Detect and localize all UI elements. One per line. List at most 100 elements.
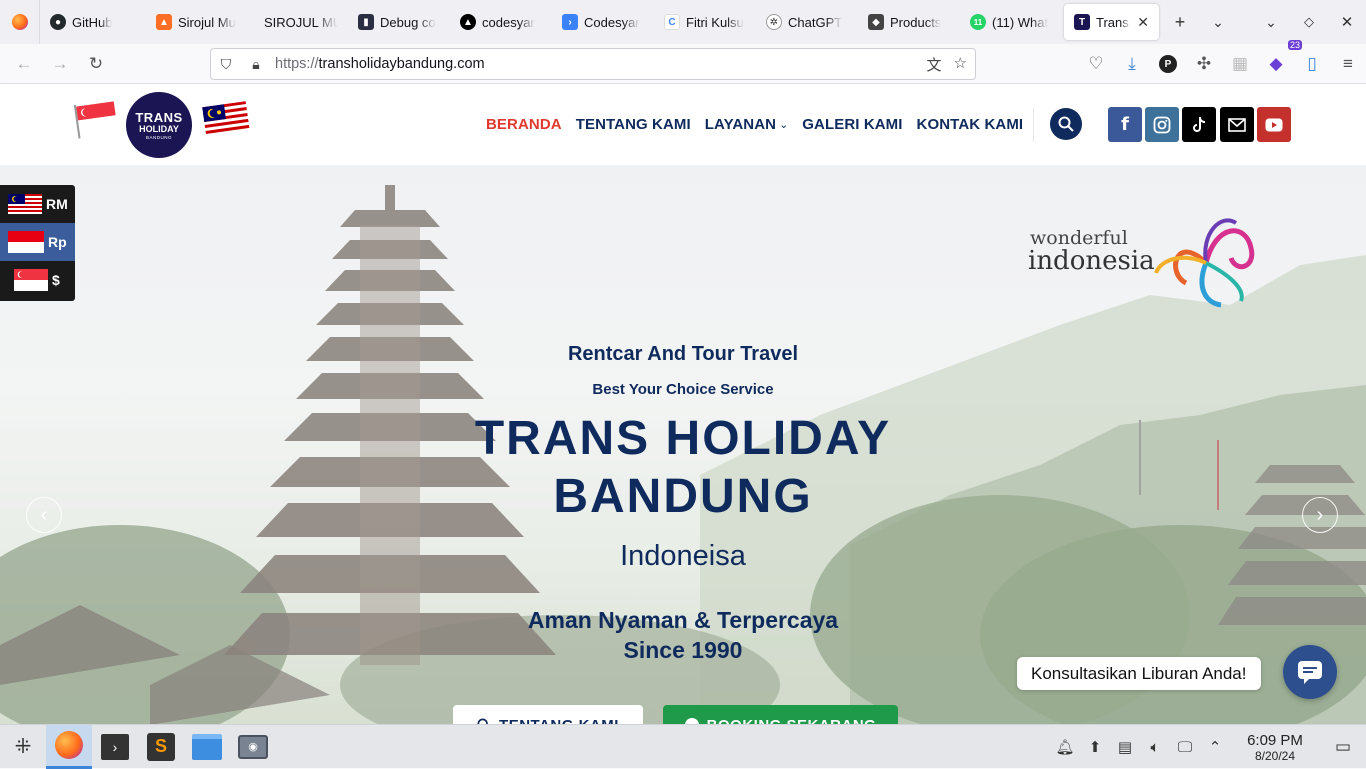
search-button[interactable] — [1050, 108, 1082, 140]
nav-galeri-kami[interactable]: GALERI KAMI — [802, 116, 902, 133]
singapore-flag-icon — [73, 101, 118, 139]
logo-line2: HOLIDAY — [139, 124, 179, 134]
url-bar[interactable]: ⛉ 🔒︎ https://transholidaybandung.com 文 ☆ — [210, 48, 976, 80]
chat-prompt-text: Konsultasikan Liburan Anda! — [1031, 663, 1247, 683]
garuda-swirl-icon — [1154, 218, 1255, 308]
reload-button[interactable]: ↻ — [78, 48, 114, 80]
app-launcher-icon[interactable]: ⁜ — [0, 725, 46, 769]
tab-fitri[interactable]: C Fitri Kulsu — [654, 0, 756, 44]
tab-gitlab[interactable]: ▲ Sirojul Mu — [146, 0, 248, 44]
close-window-button[interactable]: ✕ — [1328, 0, 1366, 44]
site-logo[interactable]: TRANS HOLIDAY BANDUNG — [72, 90, 252, 160]
chat-prompt-bubble[interactable]: Konsultasikan Liburan Anda! — [1017, 657, 1261, 690]
network-icon[interactable]: 🖵︎ — [1170, 739, 1200, 756]
firefox-icon — [11, 14, 28, 30]
restore-button[interactable]: ◇ — [1290, 0, 1328, 44]
nav-tentang-kami[interactable]: TENTANG KAMI — [576, 116, 691, 133]
minimize-button[interactable]: ⌄ — [1252, 0, 1290, 44]
booking-sekarang-button[interactable]: BOOKING SEKARANG — [663, 705, 898, 725]
taskbar-files[interactable] — [184, 725, 230, 769]
clipboard-icon[interactable]: ▤ — [1110, 738, 1140, 756]
logo-line3: BANDUNG — [145, 135, 172, 140]
github-icon: ● — [50, 14, 66, 30]
download-icon[interactable]: ⤓ — [1114, 48, 1150, 80]
forward-button[interactable]: → — [42, 48, 78, 80]
list-tabs-button[interactable]: ⌄ — [1199, 0, 1237, 44]
tab-label: Trans H — [1096, 14, 1131, 30]
sidebar-icon[interactable]: ▯ — [1294, 48, 1330, 80]
hero-title-line1: TRANS HOLIDAY — [474, 412, 892, 465]
system-clock[interactable]: 6:09 PM 8/20/24 — [1230, 732, 1320, 763]
currency-sgd[interactable]: $ — [0, 261, 75, 299]
hamburger-menu-icon[interactable]: ≡ — [1330, 48, 1366, 80]
tab-github[interactable]: ● GitHub — [40, 0, 146, 44]
tab-debug[interactable]: ▮ Debug co — [348, 0, 450, 44]
hero-slider: wonderful indonesia Rentcar And Tour Tra… — [0, 165, 1366, 725]
codesyar-icon: › — [562, 14, 578, 30]
youtube-icon[interactable] — [1257, 107, 1291, 142]
tab-codesyar-2[interactable]: › Codesyar — [552, 0, 654, 44]
currency-myr[interactable]: RM — [0, 185, 75, 223]
pocket-icon[interactable]: ♡ — [1078, 48, 1114, 80]
trans-holiday-logo: TRANS HOLIDAY BANDUNG — [126, 92, 192, 158]
nav-beranda[interactable]: BERANDA — [486, 116, 562, 133]
malaysia-flag-icon — [8, 194, 42, 214]
currency-switcher: RM Rp $ — [0, 185, 75, 301]
new-tab-button[interactable]: + — [1161, 0, 1199, 44]
slider-next-button[interactable]: › — [1302, 497, 1338, 533]
taskbar-screenshot[interactable]: ◉ — [230, 725, 276, 769]
tab-label: ChatGPT — [788, 14, 843, 30]
browser-tab-bar: ● GitHub ▲ Sirojul Mu SIROJUL MU ▮ Debug… — [0, 0, 1366, 44]
tab-label: SIROJUL MU — [264, 14, 338, 30]
grid-extension-icon[interactable]: ▦ — [1222, 48, 1258, 80]
tab-label: Codesyar — [584, 14, 640, 30]
bookmark-star-icon[interactable]: ☆ — [954, 54, 967, 75]
tab-trans-holiday[interactable]: T Trans H ✕ — [1064, 4, 1159, 40]
notification-bell-icon[interactable]: 🔔︎ — [1050, 738, 1080, 756]
profile-extension[interactable]: P — [1150, 48, 1186, 80]
show-desktop-icon[interactable]: ▭ — [1320, 737, 1366, 757]
taskbar-terminal[interactable]: › — [92, 725, 138, 769]
clock-date: 8/20/24 — [1254, 748, 1296, 763]
search-icon — [1058, 116, 1074, 132]
url-text[interactable]: https://transholidaybandung.com — [275, 56, 485, 72]
back-button[interactable]: ← — [6, 48, 42, 80]
slider-prev-button[interactable]: ‹ — [26, 497, 62, 533]
update-icon[interactable]: ⬆ — [1080, 738, 1110, 756]
volume-icon[interactable]: 🔈︎ — [1140, 739, 1170, 756]
chat-open-button[interactable] — [1283, 645, 1337, 699]
tab-chatgpt[interactable]: ✲ ChatGPT — [756, 0, 858, 44]
hero-title: TRANS HOLIDAY BANDUNG — [383, 410, 983, 526]
tray-expand-icon[interactable]: ⌃ — [1200, 738, 1230, 756]
browser-nav-bar: ← → ↻ ⛉ 🔒︎ https://transholidaybandung.c… — [0, 40, 1366, 84]
tab-sirojul[interactable]: SIROJUL MU — [248, 0, 348, 44]
extension-count-badge: 23 — [1287, 40, 1302, 50]
hero-tagline-line1: Aman Nyaman & Terpercaya — [527, 607, 839, 633]
lock-icon[interactable]: 🔒︎ — [241, 56, 271, 73]
firefox-view-button[interactable] — [0, 0, 40, 44]
tab-codesyar-1[interactable]: ▲ codesyar — [450, 0, 552, 44]
taskbar-sublime[interactable]: S — [138, 725, 184, 769]
tiktok-icon[interactable] — [1182, 107, 1216, 142]
currency-idr[interactable]: Rp — [0, 223, 75, 261]
shield-icon[interactable]: ⛉ — [211, 56, 241, 73]
tentang-kami-button[interactable]: TENTANG KAMI — [453, 705, 643, 725]
currency-code: Rp — [48, 234, 67, 250]
hero-tagline: Aman Nyaman & Terpercaya Since 1990 — [383, 605, 983, 665]
singapore-flag-icon — [14, 269, 48, 291]
close-tab-icon[interactable]: ✕ — [1137, 14, 1149, 31]
whatsapp-icon: 11 — [970, 14, 986, 30]
puzzle-extension-icon[interactable]: ✣ — [1186, 48, 1222, 80]
url-prefix: https:// — [275, 56, 319, 72]
nav-layanan-label: LAYANAN — [704, 116, 777, 133]
instagram-icon[interactable] — [1145, 107, 1179, 142]
tab-products[interactable]: ◆ Products — [858, 0, 960, 44]
email-icon[interactable] — [1220, 107, 1254, 142]
nav-kontak-kami[interactable]: KONTAK KAMI — [917, 116, 1024, 133]
facebook-icon[interactable]: f — [1108, 107, 1142, 142]
taskbar-firefox[interactable] — [46, 724, 92, 769]
gem-extension-icon[interactable]: ◆ 23 — [1258, 40, 1302, 80]
tab-whatsapp[interactable]: 11 (11) What — [960, 0, 1062, 44]
nav-layanan[interactable]: LAYANAN ⌄ — [705, 116, 789, 133]
translate-icon[interactable]: 文 — [927, 54, 942, 75]
